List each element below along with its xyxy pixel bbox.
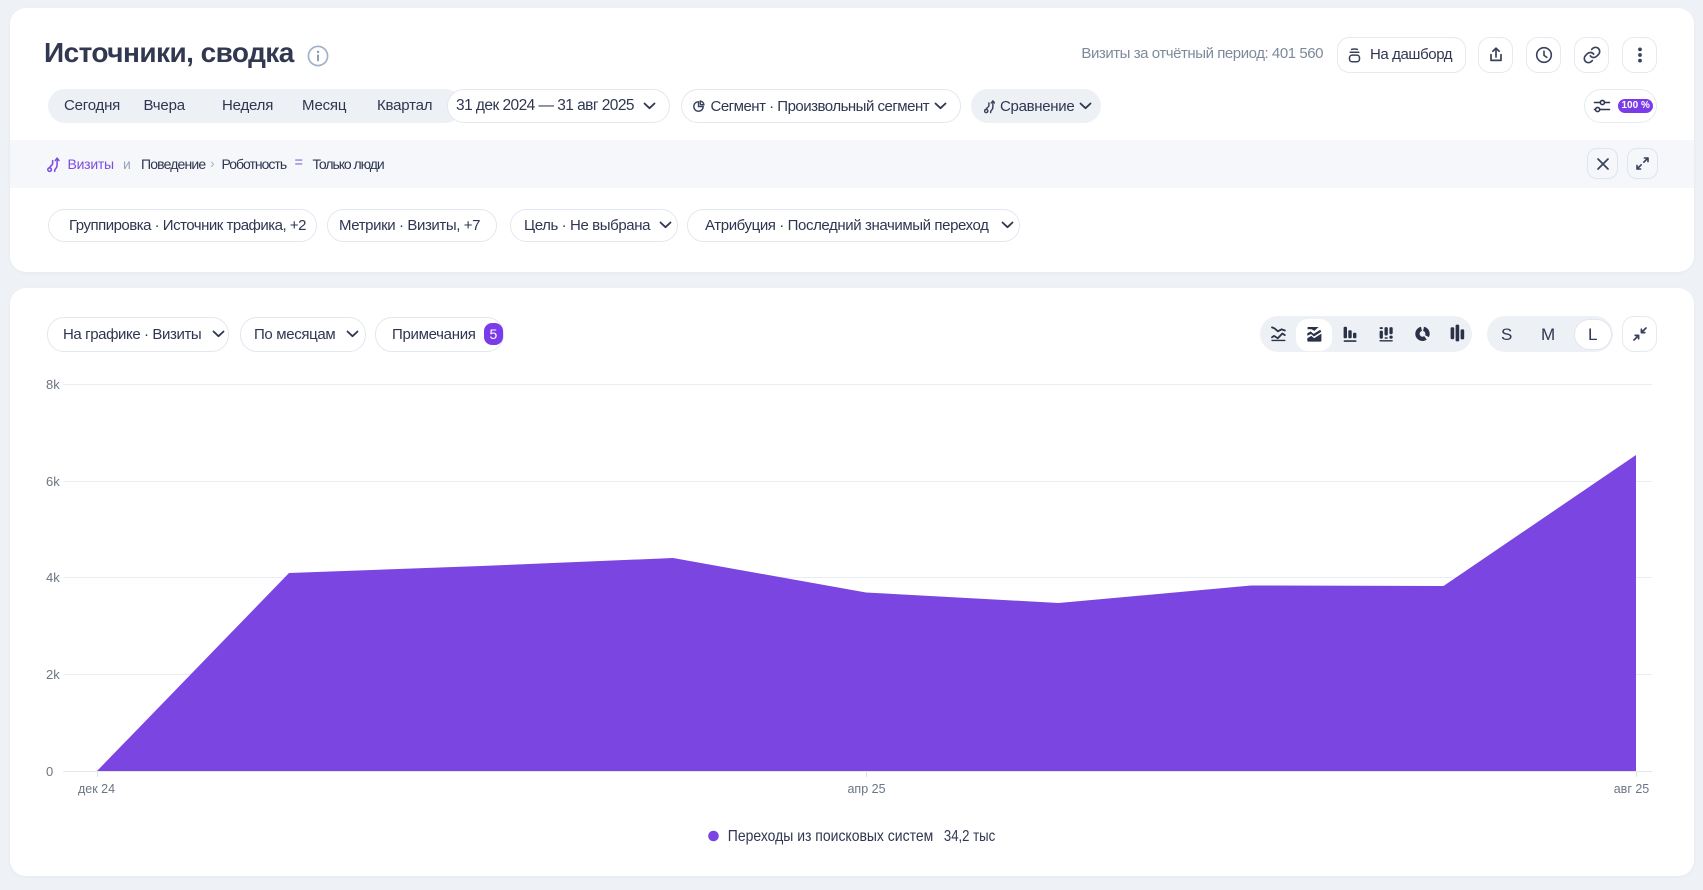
svg-text:2k: 2k — [46, 667, 60, 682]
svg-text:0: 0 — [46, 764, 53, 779]
svg-text:Переходы из поисковых систем: Переходы из поисковых систем — [728, 828, 933, 845]
svg-text:6k: 6k — [46, 474, 60, 489]
svg-text:апр 25: апр 25 — [847, 782, 885, 796]
svg-text:8k: 8k — [46, 377, 60, 392]
svg-text:авг 25: авг 25 — [1614, 782, 1650, 796]
svg-text:дек 24: дек 24 — [78, 782, 115, 796]
svg-text:34,2 тыс: 34,2 тыс — [944, 828, 995, 845]
svg-text:4k: 4k — [46, 570, 60, 585]
